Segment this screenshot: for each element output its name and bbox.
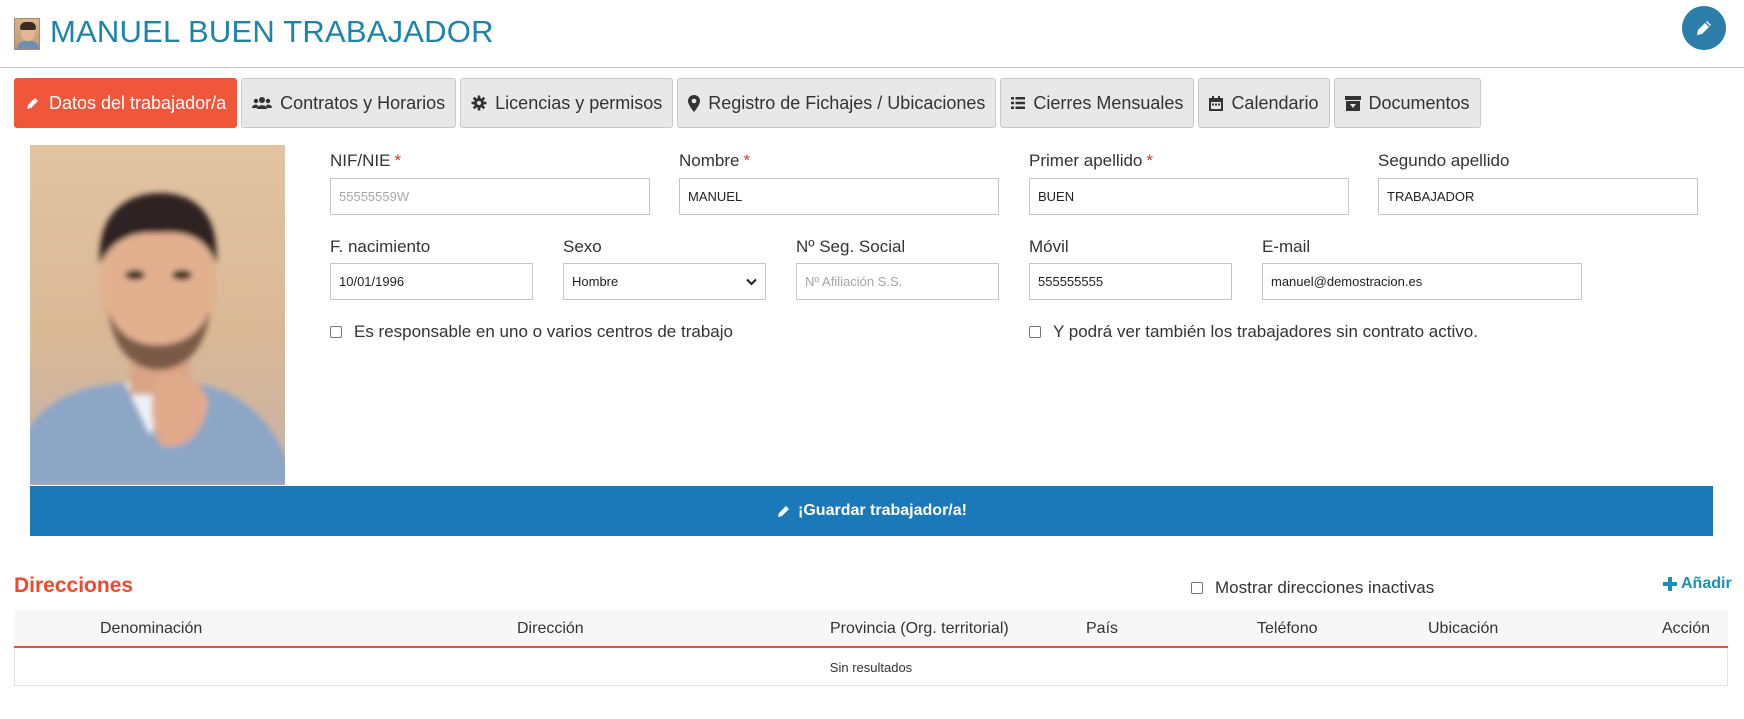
- page-header: MANUEL BUEN TRABAJADOR: [0, 0, 1744, 68]
- avatar: [14, 18, 40, 50]
- column-header[interactable]: Dirección: [517, 620, 584, 638]
- nacimiento-input[interactable]: [330, 263, 533, 300]
- users-icon: [252, 97, 273, 109]
- chevron-down-icon: [746, 278, 757, 285]
- tab-contratos-horarios[interactable]: Contratos y Horarios: [241, 78, 457, 128]
- seg-social-input[interactable]: [796, 263, 999, 300]
- add-direccion-button[interactable]: Añadir: [1663, 575, 1732, 593]
- pencil-icon: [778, 506, 790, 517]
- ver-sin-contrato-checkbox-row[interactable]: Y podrá ver también los trabajadores sin…: [1029, 322, 1478, 342]
- column-header[interactable]: Acción: [1662, 620, 1710, 638]
- empty-message: Sin resultados: [829, 659, 913, 675]
- tab-label: Documentos: [1368, 92, 1470, 113]
- tab-documentos[interactable]: Documentos: [1333, 78, 1481, 128]
- archive-icon: [1344, 95, 1361, 111]
- ver-sin-contrato-checkbox[interactable]: [1029, 326, 1041, 338]
- map-marker-icon: [688, 94, 701, 112]
- worker-portrait-image: [30, 193, 285, 485]
- nif-label: NIF/NIE *: [330, 151, 402, 170]
- tab-label: Calendario: [1231, 92, 1319, 113]
- direcciones-title: Direcciones: [14, 574, 134, 597]
- tab-label: Contratos y Horarios: [280, 92, 446, 113]
- show-inactive-checkbox[interactable]: [1191, 582, 1203, 594]
- tab-datos-trabajador[interactable]: Datos del trabajador/a: [14, 78, 238, 128]
- tab-cierres-mensuales[interactable]: Cierres Mensuales: [1000, 78, 1195, 128]
- show-inactive-label: Mostrar direcciones inactivas: [1215, 578, 1435, 597]
- email-label: E-mail: [1262, 237, 1311, 256]
- tab-registro-fichajes[interactable]: Registro de Fichajes / Ubicaciones: [677, 78, 997, 128]
- tab-label: Licencias y permisos: [495, 92, 663, 113]
- responsable-label: Es responsable en uno o varios centros d…: [354, 322, 733, 341]
- sexo-label: Sexo: [563, 237, 602, 256]
- required-mark: *: [1146, 151, 1154, 170]
- column-header[interactable]: Teléfono: [1257, 620, 1318, 638]
- sexo-select[interactable]: Hombre: [563, 263, 766, 300]
- sexo-selected-value: Hombre: [572, 274, 619, 289]
- column-header[interactable]: Denominación: [100, 620, 202, 638]
- seg-social-label: Nº Seg. Social: [796, 237, 906, 256]
- edit-button[interactable]: [1682, 6, 1726, 50]
- ver-sin-contrato-label: Y podrá ver también los trabajadores sin…: [1053, 322, 1478, 341]
- direcciones-table-empty-row: Sin resultados: [14, 649, 1728, 686]
- nombre-input[interactable]: [679, 178, 999, 215]
- list-icon: [1011, 97, 1026, 109]
- save-worker-button[interactable]: ¡Guardar trabajador/a!: [30, 486, 1713, 536]
- tab-licencias-permisos[interactable]: Licencias y permisos: [460, 78, 674, 128]
- responsable-checkbox-row[interactable]: Es responsable en uno o varios centros d…: [330, 322, 733, 342]
- nif-input[interactable]: [330, 178, 650, 215]
- column-header[interactable]: Ubicación: [1428, 620, 1498, 638]
- segundo-apellido-input[interactable]: [1378, 178, 1698, 215]
- primer-apellido-label: Primer apellido *: [1029, 151, 1154, 170]
- worker-photo[interactable]: [30, 145, 285, 485]
- tab-calendario[interactable]: Calendario: [1198, 78, 1330, 128]
- column-header[interactable]: País: [1086, 620, 1118, 638]
- calendar-icon: [1209, 95, 1224, 111]
- responsable-checkbox[interactable]: [330, 326, 342, 338]
- required-mark: *: [394, 151, 402, 170]
- show-inactive-checkbox-row[interactable]: Mostrar direcciones inactivas: [1191, 578, 1434, 598]
- plus-icon: [1663, 577, 1677, 591]
- tab-label: Cierres Mensuales: [1033, 92, 1184, 113]
- direcciones-table-header: Denominación Dirección Provincia (Org. t…: [14, 610, 1728, 648]
- pencil-icon: [1697, 21, 1711, 35]
- save-worker-label: ¡Guardar trabajador/a!: [798, 502, 967, 519]
- tab-label: Registro de Fichajes / Ubicaciones: [708, 92, 986, 113]
- add-direccion-label: Añadir: [1681, 575, 1732, 592]
- gear-icon: [471, 95, 487, 111]
- page-title: MANUEL BUEN TRABAJADOR: [50, 14, 494, 49]
- email-input[interactable]: [1262, 263, 1582, 300]
- required-mark: *: [743, 151, 751, 170]
- primer-apellido-input[interactable]: [1029, 178, 1349, 215]
- segundo-apellido-label: Segundo apellido: [1378, 151, 1510, 170]
- movil-label: Móvil: [1029, 237, 1069, 256]
- nacimiento-label: F. nacimiento: [330, 237, 431, 256]
- tab-bar: Datos del trabajador/a Contratos y Horar…: [14, 78, 1481, 128]
- column-header[interactable]: Provincia (Org. territorial): [830, 620, 1009, 638]
- movil-input[interactable]: [1029, 263, 1232, 300]
- tab-label: Datos del trabajador/a: [49, 92, 227, 113]
- pencil-icon: [27, 98, 38, 109]
- nombre-label: Nombre *: [679, 151, 751, 170]
